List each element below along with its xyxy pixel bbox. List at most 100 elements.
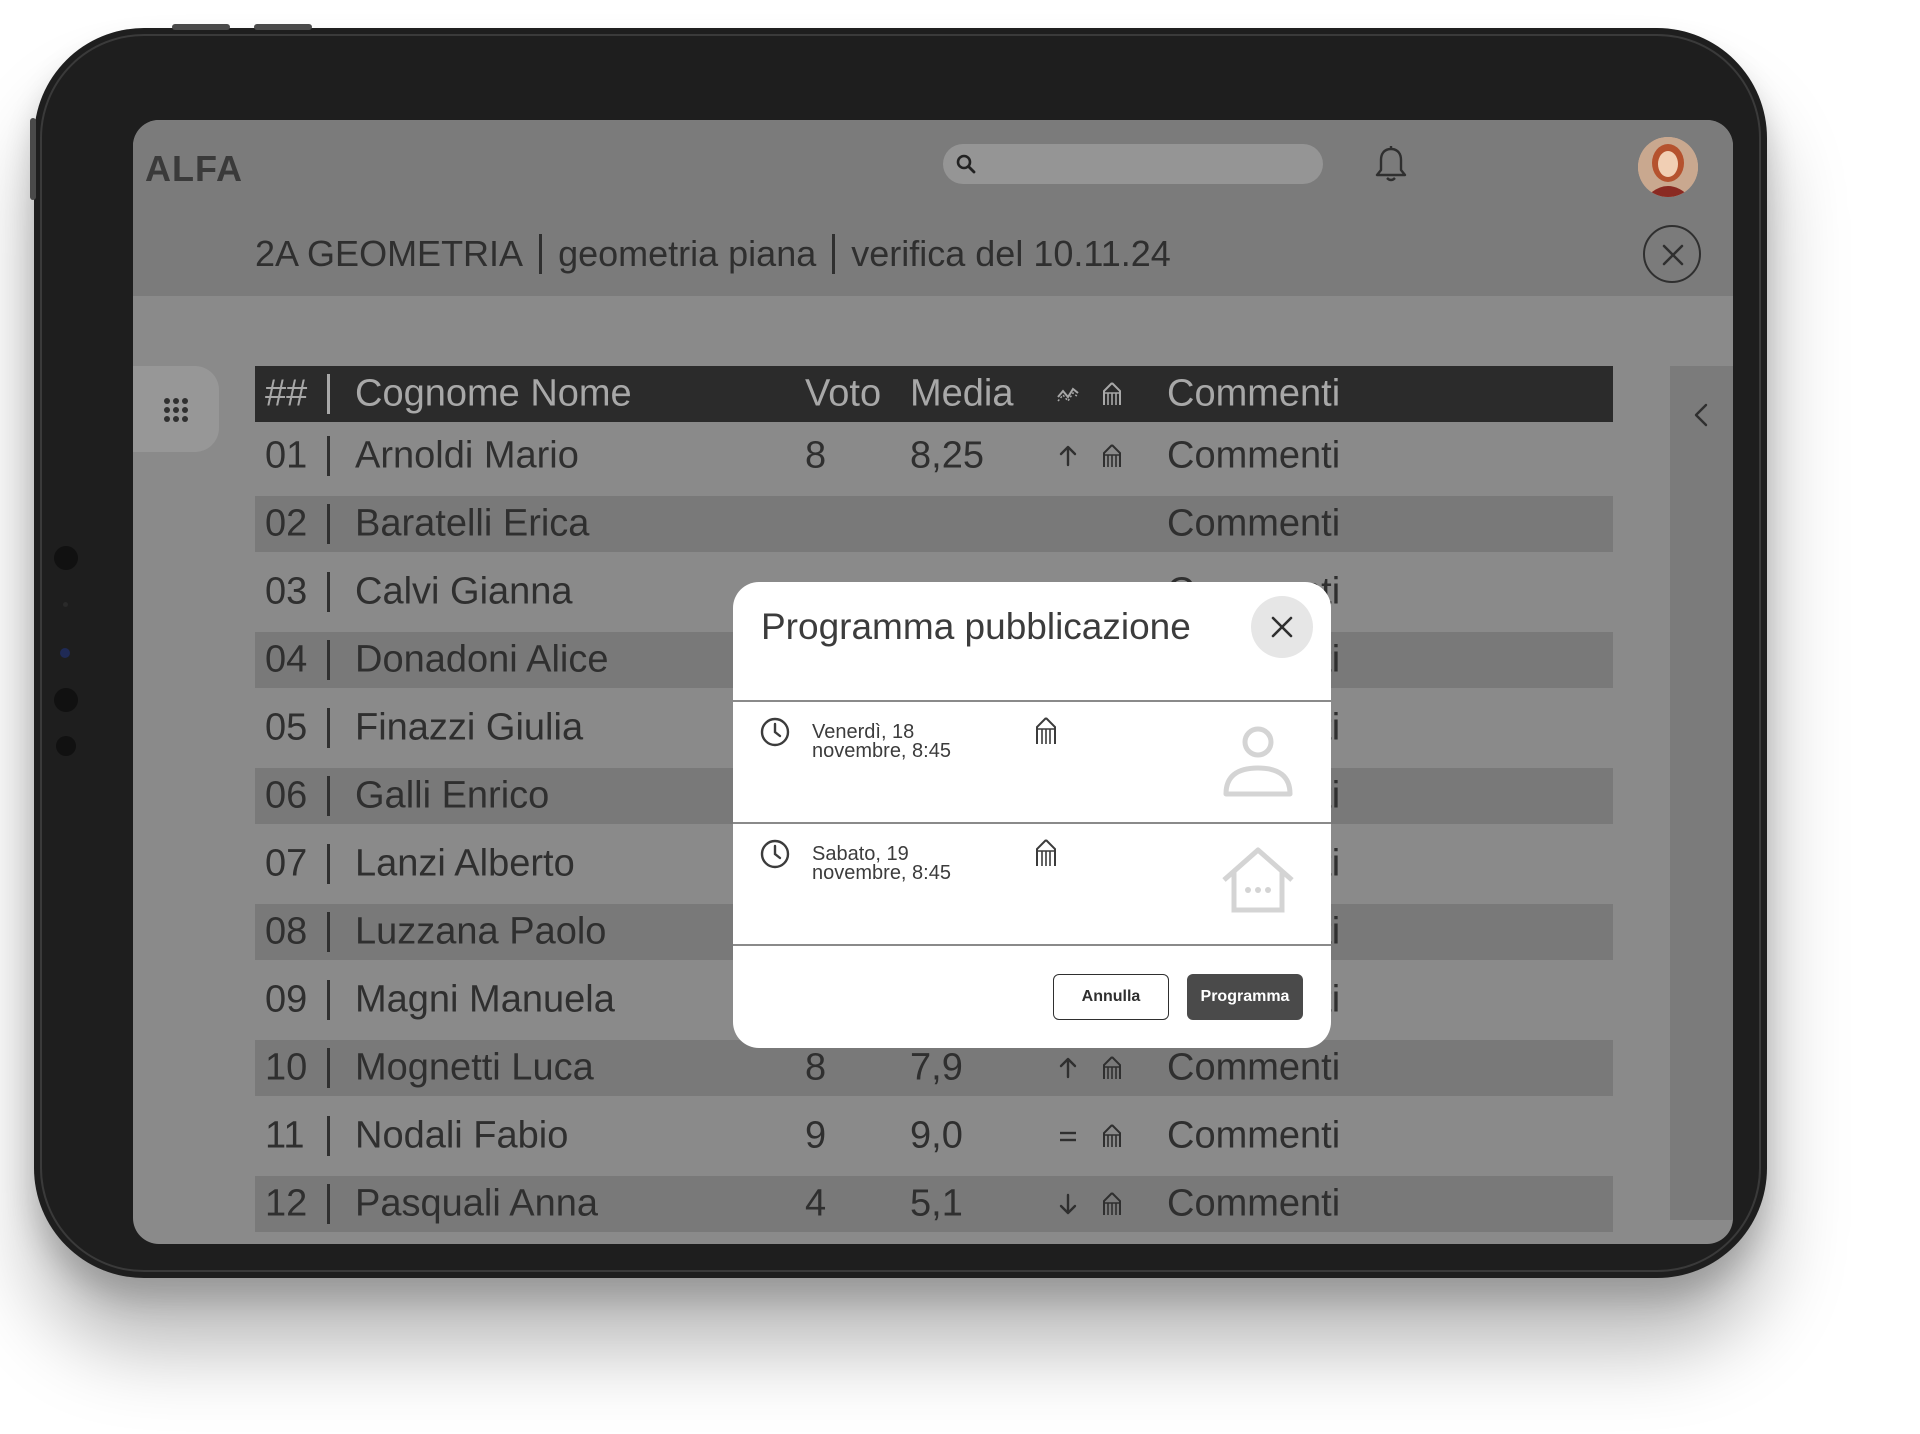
publish-icon (1036, 717, 1056, 744)
sensor-1 (54, 546, 78, 570)
publish-icon[interactable] (1101, 1055, 1123, 1081)
row-number: 12 (265, 1182, 308, 1225)
cancel-button[interactable]: Annulla (1053, 974, 1169, 1020)
table-row[interactable]: 01 Arnoldi Mario 8 8,25 Commenti (255, 422, 1613, 490)
header-name[interactable]: Cognome Nome (355, 373, 632, 416)
column-divider (327, 708, 330, 748)
divider (733, 944, 1331, 946)
divider (733, 700, 1331, 702)
breadcrumb-class[interactable]: 2A GEOMETRIA (255, 233, 523, 274)
page-title: 2A GEOMETRIA geometria piana verifica del … (255, 233, 1171, 275)
person-icon (1223, 726, 1293, 797)
close-icon (1662, 244, 1684, 266)
average-cell: 9,0 (910, 1114, 963, 1157)
search-input[interactable] (943, 144, 1323, 184)
row-number: 05 (265, 706, 308, 749)
student-name[interactable]: Nodali Fabio (355, 1115, 568, 1158)
divider (733, 822, 1331, 824)
table-row[interactable]: 02 Baratelli Erica Commenti (255, 496, 1613, 552)
student-name[interactable]: Pasquali Anna (355, 1183, 598, 1226)
student-name[interactable]: Baratelli Erica (355, 503, 589, 546)
dialog-title: Programma pubblicazione (761, 606, 1191, 647)
sensor-2 (63, 602, 68, 607)
header-voto[interactable]: Voto (805, 373, 881, 416)
comments-link[interactable]: Commenti (1167, 1047, 1340, 1090)
table-row[interactable]: 11 Nodali Fabio 9 9,0 Commenti (255, 1102, 1613, 1170)
student-name[interactable]: Donadoni Alice (355, 639, 609, 682)
header-num: ## (265, 372, 308, 415)
app-logo: ALFA (145, 148, 243, 189)
column-divider (327, 1184, 330, 1224)
grade-cell[interactable]: 9 (805, 1115, 826, 1158)
publish-icon[interactable] (1101, 1123, 1123, 1149)
comments-link[interactable]: Commenti (1167, 1115, 1340, 1158)
student-name[interactable]: Galli Enrico (355, 775, 549, 818)
camera-lens (60, 648, 70, 658)
table-row[interactable]: 12 Pasquali Anna 4 5,1 Commenti (255, 1176, 1613, 1232)
power-button (30, 118, 36, 200)
apps-menu-button[interactable] (133, 366, 219, 452)
trend-up-icon (1059, 445, 1077, 467)
side-panel-toggle[interactable] (1670, 366, 1733, 1220)
avatar[interactable] (1638, 137, 1698, 197)
trend-equal-icon (1060, 1131, 1076, 1142)
column-divider (327, 980, 330, 1020)
publish-icon (1036, 839, 1056, 866)
column-divider (327, 572, 330, 612)
house-icon (1222, 847, 1294, 913)
student-name[interactable]: Magni Manuela (355, 979, 615, 1022)
schedule-button[interactable]: Programma (1187, 974, 1303, 1020)
student-name[interactable]: Lanzi Alberto (355, 843, 575, 886)
student-name[interactable]: Mognetti Luca (355, 1047, 594, 1090)
student-name[interactable]: Finazzi Giulia (355, 707, 583, 750)
volume-button-top (172, 24, 230, 30)
column-divider (327, 776, 330, 816)
grade-cell[interactable]: 4 (805, 1183, 826, 1226)
breadcrumb-topic[interactable]: geometria piana (558, 233, 816, 274)
comments-link[interactable]: Commenti (1167, 435, 1340, 478)
avatar-image (1638, 137, 1698, 197)
student-name[interactable]: Luzzana Paolo (355, 911, 606, 954)
comments-link[interactable]: Commenti (1167, 1183, 1340, 1226)
dialog-close-button[interactable] (1251, 596, 1313, 658)
search-icon (956, 154, 976, 174)
row-number: 07 (265, 842, 308, 885)
column-divider (327, 504, 330, 544)
column-divider (327, 1116, 330, 1156)
bell-icon[interactable] (1374, 145, 1408, 183)
header-comments: Commenti (1167, 372, 1341, 415)
grade-cell[interactable]: 8 (805, 435, 826, 478)
grade-cell[interactable]: 8 (805, 1047, 826, 1090)
row-number: 06 (265, 774, 308, 817)
trend-down-icon (1059, 1193, 1077, 1215)
title-separator (832, 234, 836, 274)
row-number: 11 (265, 1114, 305, 1157)
publish-icon (1103, 382, 1121, 405)
average-cell: 7,9 (910, 1046, 963, 1089)
breadcrumb-test: verifica del 10.11.24 (851, 233, 1171, 274)
student-name[interactable]: Calvi Gianna (355, 571, 573, 614)
row-number: 08 (265, 910, 308, 953)
row-number: 02 (265, 502, 308, 545)
row-number: 01 (265, 434, 308, 477)
trend-up-icon (1059, 1057, 1077, 1079)
app-screen: ALFA 2A GEOMETRIA geometria piana verifica… (133, 120, 1733, 1244)
schedule-date: Sabato, 19 novembre, 8:45 (812, 843, 951, 884)
publish-icon[interactable] (1101, 443, 1123, 469)
column-divider (327, 640, 330, 680)
clock-icon (760, 839, 790, 869)
student-name[interactable]: Arnoldi Mario (355, 435, 579, 478)
comments-link[interactable]: Commenti (1167, 503, 1340, 546)
publish-icon[interactable] (1101, 1191, 1123, 1217)
volume-button-bottom (254, 24, 312, 30)
table-row[interactable]: 10 Mognetti Luca 8 7,9 Commenti (255, 1040, 1613, 1096)
average-cell: 8,25 (910, 434, 984, 477)
average-cell: 5,1 (910, 1182, 963, 1225)
schedule-publication-dialog: Programma pubblicazione Venerdì, 18 nove… (733, 582, 1331, 1048)
close-page-button[interactable] (1643, 225, 1701, 283)
sensor-4 (56, 736, 76, 756)
header-media[interactable]: Media (910, 373, 1014, 416)
column-divider (327, 912, 330, 952)
column-divider (327, 1048, 330, 1088)
sensor-3 (54, 688, 78, 712)
